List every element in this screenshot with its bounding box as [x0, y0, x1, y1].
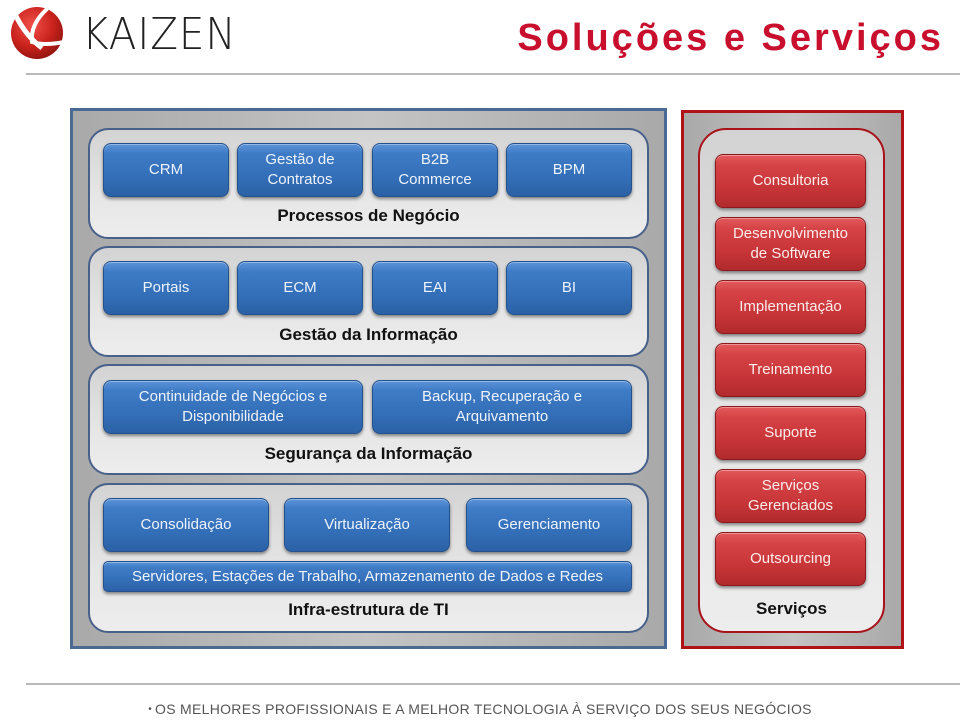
button-crm[interactable]: CRM — [103, 143, 229, 197]
button-label: Implementação — [739, 298, 842, 315]
button-label: Gerenciamento — [497, 516, 601, 533]
button-label: Consolidação — [140, 516, 232, 533]
page-title: Soluções e Serviços — [517, 17, 944, 59]
brand-name: KAIZEN — [82, 9, 237, 60]
button-label: Desenvolvimento de Software — [732, 225, 849, 262]
button-suporte[interactable]: Suporte — [715, 406, 866, 460]
button-b2b-commerce[interactable]: B2B Commerce — [372, 143, 498, 197]
button-servicos-gerenciados[interactable]: Serviços Gerenciados — [715, 469, 866, 523]
panel-label: Segurança da Informação — [264, 444, 473, 463]
button-label: CRM — [148, 161, 184, 178]
button-label: Treinamento — [748, 361, 833, 378]
button-label: B2B Commerce — [398, 151, 472, 188]
button-eai[interactable]: EAI — [372, 261, 498, 315]
button-outsourcing[interactable]: Outsourcing — [715, 532, 866, 586]
button-label: Serviços Gerenciados — [747, 477, 834, 514]
button-label: Portais — [142, 279, 190, 296]
button-label: Consultoria — [752, 172, 829, 189]
button-bi[interactable]: BI — [506, 261, 632, 315]
button-label: ECM — [283, 279, 317, 296]
panel-label: Processos de Negócio — [277, 206, 460, 225]
button-label: Outsourcing — [750, 550, 831, 567]
button-treinamento[interactable]: Treinamento — [715, 343, 866, 397]
button-desenvolvimento-de-software[interactable]: Desenvolvimento de Software — [715, 217, 866, 271]
bullet-icon: • — [148, 704, 152, 715]
header-divider — [26, 73, 960, 75]
button-label: Backup, Recuperação e Arquivamento — [421, 388, 583, 425]
button-continuidade-de-negocios[interactable]: Continuidade de Negócios e Disponibilida… — [103, 380, 363, 434]
button-backup-recuperacao[interactable]: Backup, Recuperação e Arquivamento — [372, 380, 632, 434]
button-label: BI — [561, 279, 577, 296]
footer-divider — [26, 683, 960, 685]
panel-label: Serviços — [756, 599, 827, 618]
button-label: Servidores, Estações de Trabalho, Armaze… — [131, 567, 604, 585]
button-label: Suporte — [764, 424, 817, 441]
button-bpm[interactable]: BPM — [506, 143, 632, 197]
button-gerenciamento[interactable]: Gerenciamento — [466, 498, 632, 552]
button-label: BPM — [552, 161, 586, 178]
footer-text: OS MELHORES PROFISSIONAIS E A MELHOR TEC… — [155, 701, 812, 717]
button-implementacao[interactable]: Implementação — [715, 280, 866, 334]
footer-slogan: • OS MELHORES PROFISSIONAIS E A MELHOR TE… — [0, 701, 960, 717]
button-consultoria[interactable]: Consultoria — [715, 154, 866, 208]
button-label: Virtualização — [324, 516, 410, 533]
kaizen-logo-icon — [11, 6, 65, 59]
button-virtualizacao[interactable]: Virtualização — [284, 498, 450, 552]
button-label: Gestão de Contratos — [265, 151, 335, 188]
button-consolidacao[interactable]: Consolidação — [103, 498, 269, 552]
button-ecm[interactable]: ECM — [237, 261, 363, 315]
panel-label: Infra-estrutura de TI — [288, 600, 449, 619]
button-portais[interactable]: Portais — [103, 261, 229, 315]
button-label: Continuidade de Negócios e Disponibilida… — [138, 388, 328, 425]
button-gestao-de-contratos[interactable]: Gestão de Contratos — [237, 143, 363, 197]
button-label: EAI — [422, 279, 448, 296]
panel-label: Gestão da Informação — [279, 325, 458, 344]
button-servidores-estacoes-redes[interactable]: Servidores, Estações de Trabalho, Armaze… — [103, 561, 632, 592]
